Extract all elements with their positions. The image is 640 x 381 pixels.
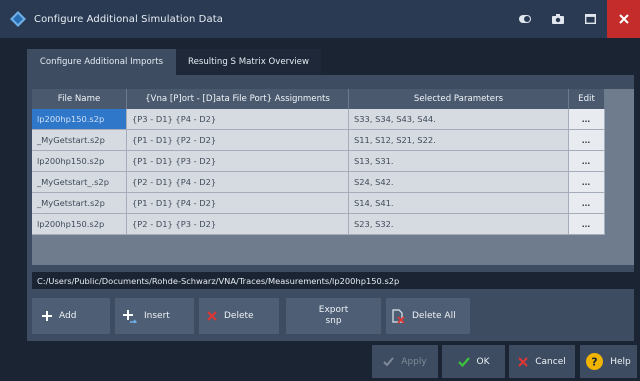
delete-all-icon [392, 308, 405, 324]
cell-parameters[interactable]: S13, S31. [349, 151, 569, 172]
cell-assignments[interactable]: {P1 - D1} {P2 - D2} [127, 130, 349, 151]
export-snp-button[interactable]: Export snp [286, 298, 381, 334]
edit-row-button[interactable]: … [569, 214, 605, 235]
export-button-label-line2: snp [325, 316, 342, 326]
cell-assignments[interactable]: {P1 - D1} {P4 - D2} [127, 193, 349, 214]
title-bar: Configure Additional Simulation Data [0, 0, 640, 38]
cell-assignments[interactable]: {P2 - D1} {P4 - D2} [127, 172, 349, 193]
cell-file-name[interactable]: _MyGetstart_.s2p [32, 172, 127, 193]
cell-file-name[interactable]: _MyGetstart.s2p [32, 130, 127, 151]
table-row[interactable]: lp200hp150.s2p {P1 - D1} {P3 - D2} S13, … [32, 151, 605, 172]
table-row[interactable]: _MyGetstart_.s2p {P2 - D1} {P4 - D2} S24… [32, 172, 605, 193]
cell-assignments[interactable]: {P1 - D1} {P3 - D2} [127, 151, 349, 172]
window-title: Configure Additional Simulation Data [34, 13, 223, 25]
help-icon: ? [586, 353, 604, 370]
plus-icon [42, 311, 52, 321]
insert-button[interactable]: Insert [115, 298, 194, 334]
cell-parameters[interactable]: S11, S12, S21, S22. [349, 130, 569, 151]
apply-button-label: Apply [401, 356, 427, 367]
cell-file-name[interactable]: _MyGetstart.s2p [32, 193, 127, 214]
cell-parameters[interactable]: S33, S34, S43, S44. [349, 109, 569, 130]
apply-button[interactable]: Apply [372, 345, 438, 378]
cancel-button[interactable]: Cancel [509, 345, 575, 378]
toggle-icon [518, 15, 531, 23]
add-button-label: Add [59, 311, 77, 321]
table-row[interactable]: lp200hp150.s2p {P2 - D1} {P3 - D2} S23, … [32, 214, 605, 235]
help-button[interactable]: ? Help [580, 345, 637, 378]
cell-file-name[interactable]: lp200hp150.s2p [32, 214, 127, 235]
cell-file-name[interactable]: lp200hp150.s2p [32, 109, 127, 130]
add-button[interactable]: Add [32, 298, 110, 334]
delete-x-icon [207, 311, 217, 321]
close-button[interactable] [607, 0, 640, 38]
imports-panel: File Name {Vna [P]ort - [D]ata File Port… [27, 75, 634, 341]
svg-text:?: ? [592, 356, 598, 369]
cell-file-name[interactable]: lp200hp150.s2p [32, 151, 127, 172]
table-header: File Name {Vna [P]ort - [D]ata File Port… [32, 89, 605, 109]
cell-parameters[interactable]: S23, S32. [349, 214, 569, 235]
cell-parameters[interactable]: S14, S41. [349, 193, 569, 214]
camera-icon [551, 14, 564, 24]
maximize-icon [585, 14, 596, 24]
tab-s-matrix-overview[interactable]: Resulting S Matrix Overview [176, 49, 321, 75]
check-icon [383, 357, 395, 366]
delete-all-button[interactable]: Delete All [386, 298, 470, 334]
tab-configure-imports[interactable]: Configure Additional Imports [27, 49, 176, 75]
insert-button-label: Insert [144, 311, 170, 321]
file-path-display: C:/Users/Public/Documents/Rohde-Schwarz/… [32, 272, 634, 289]
edit-row-button[interactable]: … [569, 151, 605, 172]
export-button-label-line1: Export [318, 305, 349, 315]
help-button-label: Help [610, 356, 631, 367]
table-row[interactable]: _MyGetstart.s2p {P1 - D1} {P4 - D2} S14,… [32, 193, 605, 214]
check-icon [457, 356, 470, 367]
edit-row-button[interactable]: … [569, 109, 605, 130]
delete-button[interactable]: Delete [199, 298, 279, 334]
table-row[interactable]: _MyGetstart.s2p {P1 - D1} {P2 - D2} S11,… [32, 130, 605, 151]
app-logo-icon [10, 11, 26, 27]
toggle-theme-button[interactable] [508, 0, 541, 38]
ok-button-label: OK [476, 356, 490, 367]
insert-icon [123, 309, 137, 323]
cell-assignments[interactable]: {P2 - D1} {P3 - D2} [127, 214, 349, 235]
ok-button[interactable]: OK [442, 345, 505, 378]
cancel-x-icon [518, 356, 528, 367]
tab-bar: Configure Additional Imports Resulting S… [27, 49, 321, 75]
screenshot-button[interactable] [541, 0, 574, 38]
imports-table: File Name {Vna [P]ort - [D]ata File Port… [32, 89, 634, 265]
table-row[interactable]: lp200hp150.s2p {P3 - D1} {P4 - D2} S33, … [32, 109, 605, 130]
edit-row-button[interactable]: … [569, 172, 605, 193]
delete-all-button-label: Delete All [412, 311, 456, 321]
column-header-edit[interactable]: Edit [569, 89, 605, 109]
cancel-button-label: Cancel [535, 356, 566, 367]
edit-row-button[interactable]: … [569, 193, 605, 214]
maximize-button[interactable] [574, 0, 607, 38]
edit-row-button[interactable]: … [569, 130, 605, 151]
column-header-file-name[interactable]: File Name [32, 89, 127, 109]
column-header-assignments[interactable]: {Vna [P]ort - [D]ata File Port} Assignme… [127, 89, 349, 109]
cell-assignments[interactable]: {P3 - D1} {P4 - D2} [127, 109, 349, 130]
cell-parameters[interactable]: S24, S42. [349, 172, 569, 193]
delete-button-label: Delete [224, 311, 254, 321]
close-icon [618, 14, 629, 24]
column-header-parameters[interactable]: Selected Parameters [349, 89, 569, 109]
